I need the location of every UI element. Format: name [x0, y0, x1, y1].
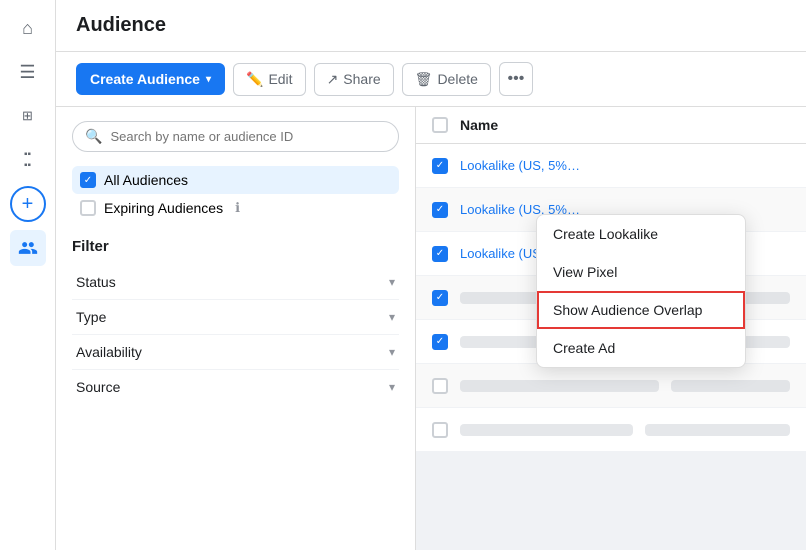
left-panel: 🔍 ✓ All Audiences Expiring Audiences ℹ F… — [56, 107, 416, 550]
type-label: Type — [76, 309, 106, 325]
share-icon: ↗ — [327, 71, 339, 88]
expiring-audiences-option[interactable]: Expiring Audiences ℹ — [72, 194, 399, 222]
info-icon: ℹ — [235, 200, 240, 216]
select-all-checkbox[interactable] — [432, 117, 448, 133]
right-panel: Name ✓ Lookalike (US, 5%… ✓ Lookalike (U… — [416, 107, 806, 550]
row-checkbox-5[interactable]: ✓ — [432, 334, 448, 350]
availability-label: Availability — [76, 344, 142, 360]
filter-title: Filter — [72, 238, 399, 255]
trash-icon: 🗑 — [415, 71, 433, 88]
status-chevron-icon: ▾ — [389, 275, 395, 289]
toolbar: Create Audience ▾ ✏️ Edit ↗ Share 🗑 Dele… — [56, 52, 806, 107]
blurred-content — [671, 380, 790, 392]
blurred-content — [460, 424, 633, 436]
home-icon[interactable]: ⌂ — [10, 10, 46, 46]
search-input[interactable] — [110, 129, 386, 144]
search-box[interactable]: 🔍 — [72, 121, 399, 152]
menu-icon[interactable]: ☰ — [10, 54, 46, 90]
page-title: Audience — [76, 14, 786, 37]
audience-link-1[interactable]: Lookalike (US, 5%… — [460, 158, 580, 173]
expiring-audiences-label: Expiring Audiences — [104, 200, 223, 216]
status-label: Status — [76, 274, 116, 290]
table-header: Name — [416, 107, 806, 144]
all-audiences-checkbox[interactable]: ✓ — [80, 172, 96, 188]
search-icon: 🔍 — [85, 128, 102, 145]
filter-options: ✓ All Audiences Expiring Audiences ℹ — [72, 166, 399, 222]
grid-icon[interactable]: ⊞ — [10, 98, 46, 134]
table-row: ✓ Lookalike (US, 5%… — [416, 144, 806, 188]
row-checkbox-6[interactable] — [432, 378, 448, 394]
row-checkbox-4[interactable]: ✓ — [432, 290, 448, 306]
edit-button[interactable]: ✏️ Edit — [233, 63, 306, 96]
edit-icon: ✏️ — [246, 71, 263, 88]
filter-section: Filter Status ▾ Type ▾ Availability ▾ So… — [72, 238, 399, 404]
type-chevron-icon: ▾ — [389, 310, 395, 324]
status-filter[interactable]: Status ▾ — [72, 265, 399, 300]
show-audience-overlap-item[interactable]: Show Audience Overlap — [537, 291, 745, 329]
add-circle-icon[interactable]: + — [10, 186, 46, 222]
context-dropdown-menu: Create Lookalike View Pixel Show Audienc… — [536, 214, 746, 368]
availability-chevron-icon: ▾ — [389, 345, 395, 359]
main-content: Audience Create Audience ▾ ✏️ Edit ↗ Sha… — [56, 0, 806, 550]
sidebar: ⌂ ☰ ⊞ ▪▪▪▪ + — [0, 0, 56, 550]
table-row — [416, 408, 806, 452]
source-chevron-icon: ▾ — [389, 380, 395, 394]
availability-filter[interactable]: Availability ▾ — [72, 335, 399, 370]
chevron-down-icon: ▾ — [206, 74, 211, 85]
name-column-header: Name — [460, 117, 498, 133]
row-checkbox-2[interactable]: ✓ — [432, 202, 448, 218]
share-button[interactable]: ↗ Share — [314, 63, 394, 96]
row-checkbox-3[interactable]: ✓ — [432, 246, 448, 262]
all-audiences-label: All Audiences — [104, 172, 188, 188]
row-checkbox-1[interactable]: ✓ — [432, 158, 448, 174]
more-button[interactable]: ••• — [499, 62, 533, 96]
page-header: Audience — [56, 0, 806, 52]
delete-button[interactable]: 🗑 Delete — [402, 63, 491, 96]
content-area: 🔍 ✓ All Audiences Expiring Audiences ℹ F… — [56, 107, 806, 550]
create-ad-item[interactable]: Create Ad — [537, 329, 745, 367]
square-icon[interactable]: ▪▪▪▪ — [10, 142, 46, 178]
table-container: ✓ Lookalike (US, 5%… ✓ Lookalike (US, 5%… — [416, 144, 806, 452]
expiring-audiences-checkbox[interactable] — [80, 200, 96, 216]
view-pixel-item[interactable]: View Pixel — [537, 253, 745, 291]
source-label: Source — [76, 379, 120, 395]
source-filter[interactable]: Source ▾ — [72, 370, 399, 404]
row-checkbox-7[interactable] — [432, 422, 448, 438]
all-audiences-option[interactable]: ✓ All Audiences — [72, 166, 399, 194]
table-row — [416, 364, 806, 408]
blurred-content — [645, 424, 790, 436]
type-filter[interactable]: Type ▾ — [72, 300, 399, 335]
blurred-content — [460, 380, 659, 392]
create-audience-button[interactable]: Create Audience ▾ — [76, 63, 225, 95]
people-icon[interactable] — [10, 230, 46, 266]
create-lookalike-item[interactable]: Create Lookalike — [537, 215, 745, 253]
